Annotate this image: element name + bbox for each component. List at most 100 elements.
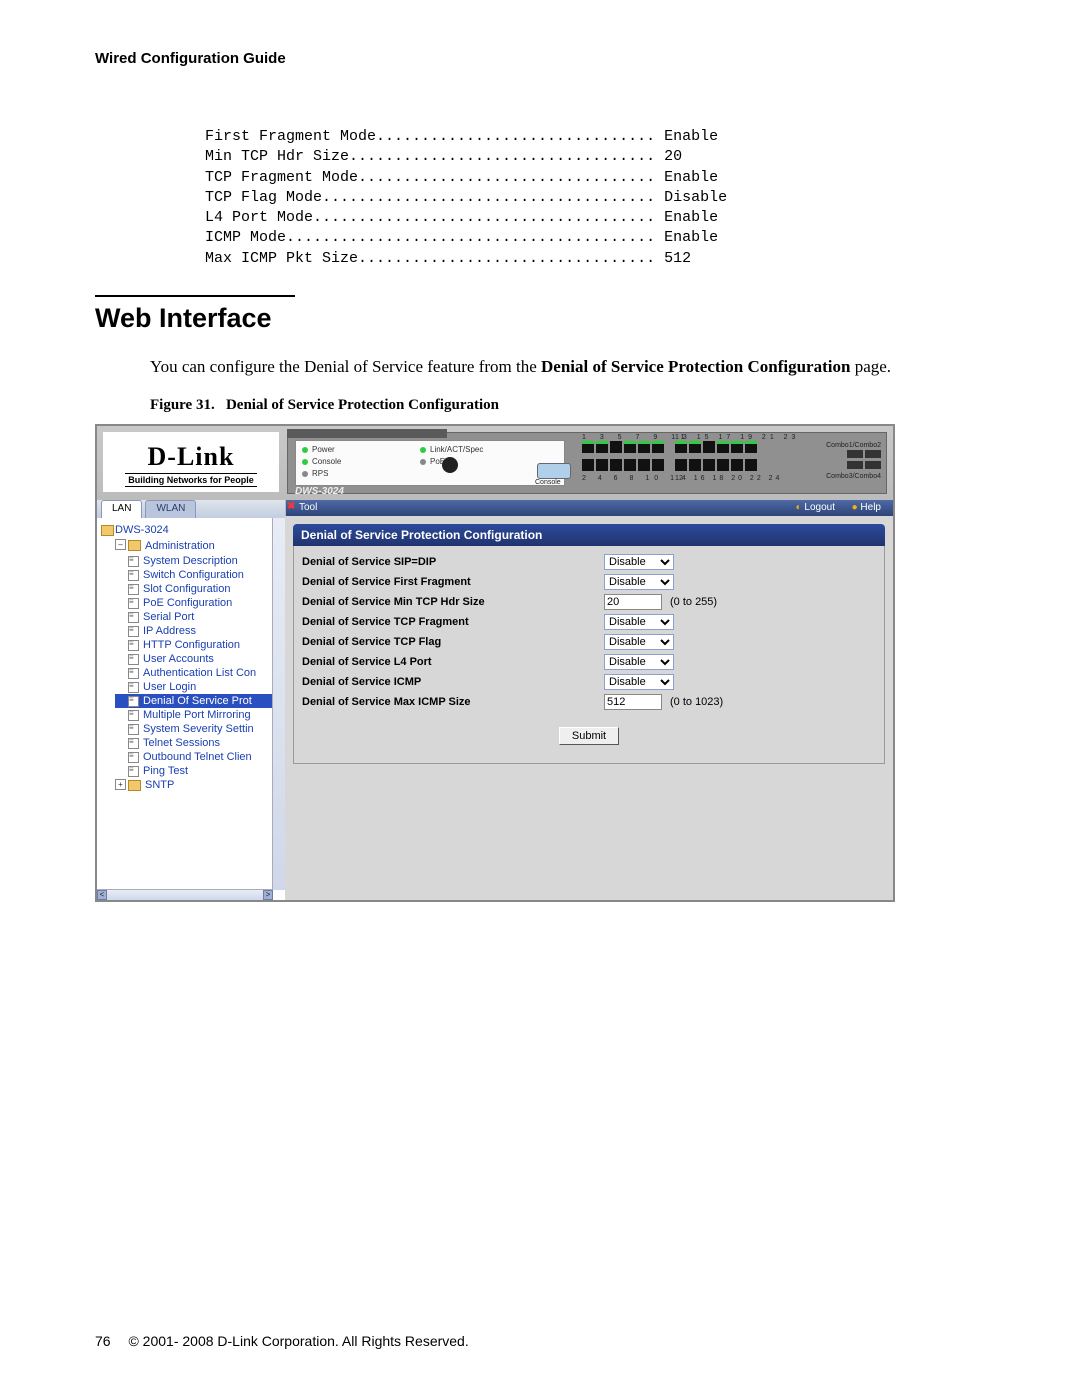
cli-value: Enable (664, 127, 718, 147)
tree-item[interactable]: PoE Configuration (115, 596, 283, 610)
port-icon (582, 441, 594, 453)
form-row-control: (0 to 255) (604, 594, 717, 610)
cli-dots: ............................... (376, 127, 664, 147)
hscroll-left-icon[interactable]: < (97, 890, 107, 900)
form-row-control: DisableEnable (604, 674, 674, 690)
form-text-input[interactable] (604, 694, 662, 710)
form-range-hint: (0 to 255) (662, 596, 717, 608)
combo-label-2: Combo3/Combo4 (826, 473, 881, 480)
cli-output-block: First Fragment Mode.....................… (205, 127, 985, 269)
figure-label: Figure 31. (150, 397, 215, 413)
intro-paragraph: You can configure the Denial of Service … (150, 356, 985, 379)
poe-led-icon (420, 459, 426, 465)
console-port-label: Console (535, 479, 561, 486)
tree-item[interactable]: User Accounts (115, 652, 283, 666)
form-row: Denial of Service Max ICMP Size(0 to 102… (302, 692, 876, 712)
console-led-icon (302, 459, 308, 465)
port-icon (624, 459, 636, 471)
tree-item[interactable]: HTTP Configuration (115, 638, 283, 652)
form-select[interactable]: DisableEnable (604, 614, 674, 630)
form-select[interactable]: DisableEnable (604, 554, 674, 570)
tree-item[interactable]: Multiple Port Mirroring (115, 708, 283, 722)
form-row-control: (0 to 1023) (604, 694, 723, 710)
tree-item[interactable]: Slot Configuration (115, 582, 283, 596)
tree-item[interactable]: Serial Port (115, 610, 283, 624)
nav-scroll[interactable]: < > DWS-3024 Administration System Descr… (97, 518, 285, 900)
submit-button[interactable]: Submit (559, 727, 619, 745)
linkact-label: Link/ACT/Spec (430, 445, 483, 454)
port-icon (624, 441, 636, 453)
form-select[interactable]: DisableEnable (604, 654, 674, 670)
port-row-top-b (675, 441, 757, 453)
cli-row: Max ICMP Pkt Size.......................… (205, 249, 985, 269)
port-icon (703, 441, 715, 453)
tree-item[interactable]: Denial Of Service Prot (115, 694, 283, 708)
dos-form-panel: Denial of Service Protection Configurati… (293, 524, 885, 764)
hscroll-right-icon[interactable]: > (263, 890, 273, 900)
cli-row: First Fragment Mode.....................… (205, 127, 985, 147)
tree-item[interactable]: System Severity Settin (115, 722, 283, 736)
tree-item[interactable]: Telnet Sessions (115, 736, 283, 750)
cli-label: TCP Flag Mode (205, 188, 322, 208)
tree-item[interactable]: User Login (115, 680, 283, 694)
help-icon: ● (852, 502, 858, 513)
tree-item[interactable]: System Description (115, 554, 283, 568)
port-icon (717, 441, 729, 453)
cli-row: L4 Port Mode............................… (205, 208, 985, 228)
cli-value: Enable (664, 228, 718, 248)
console-label: Console (312, 457, 341, 466)
cli-label: Min TCP Hdr Size (205, 147, 349, 167)
port-icon (731, 459, 743, 471)
para-bold: Denial of Service Protection Configurati… (541, 357, 850, 376)
scrollbar-thumb[interactable] (272, 520, 284, 542)
port-icon (638, 459, 650, 471)
cli-label: ICMP Mode (205, 228, 286, 248)
port-row-bot-b (675, 459, 757, 471)
cli-dots: ................................. (358, 168, 664, 188)
tree-group-label[interactable]: Administration (115, 538, 283, 554)
tree-item[interactable]: Outbound Telnet Clien (115, 750, 283, 764)
form-row: Denial of Service SIP=DIPDisableEnable (302, 552, 876, 572)
power-label: Power (312, 445, 335, 454)
port-icon (638, 441, 650, 453)
tree-item[interactable]: Authentication List Con (115, 666, 283, 680)
para-after: page. (850, 357, 891, 376)
form-row: Denial of Service TCP FragmentDisableEna… (302, 612, 876, 632)
tab-lan[interactable]: LAN (101, 500, 142, 518)
port-numbers-bot-a: 2 4 6 8 10 12 (582, 475, 688, 482)
form-select[interactable]: DisableEnable (604, 634, 674, 650)
help-button[interactable]: ● Help (852, 502, 881, 513)
form-row-control: DisableEnable (604, 554, 674, 570)
tool-close-icon[interactable]: ✖ (287, 501, 295, 512)
port-icon (731, 441, 743, 453)
port-icon (652, 441, 664, 453)
poe-switch-icon (442, 457, 458, 473)
cli-dots: .................................. (349, 147, 664, 167)
tree-item[interactable]: Switch Configuration (115, 568, 283, 582)
form-select[interactable]: DisableEnable (604, 674, 674, 690)
form-select[interactable]: DisableEnable (604, 574, 674, 590)
tool-menu[interactable]: Tool (299, 502, 317, 513)
rps-led-icon (302, 471, 308, 477)
form-row-label: Denial of Service Min TCP Hdr Size (302, 596, 604, 608)
port-icon (745, 441, 757, 453)
tree-group-administration: Administration System DescriptionSwitch … (101, 538, 283, 792)
h-scrollbar[interactable]: < > (97, 889, 273, 900)
tree-item[interactable]: IP Address (115, 624, 283, 638)
form-title: Denial of Service Protection Configurati… (293, 524, 885, 546)
tree-item[interactable]: Ping Test (115, 764, 283, 778)
tree-root[interactable]: DWS-3024 (101, 522, 283, 538)
scrollbar-down-icon[interactable] (272, 874, 284, 888)
cli-value: 512 (664, 249, 691, 269)
tree-folder-sntp[interactable]: SNTP (115, 778, 283, 792)
logout-button[interactable]: ◐ Logout (796, 502, 835, 513)
cli-value: Enable (664, 208, 718, 228)
port-icon (717, 459, 729, 471)
tab-wlan[interactable]: WLAN (145, 500, 196, 518)
combo-port-icon (865, 450, 881, 458)
console-port-icon (537, 463, 571, 479)
form-text-input[interactable] (604, 594, 662, 610)
cli-label: TCP Fragment Mode (205, 168, 358, 188)
cli-dots: ...................................... (313, 208, 664, 228)
port-icon (745, 459, 757, 471)
